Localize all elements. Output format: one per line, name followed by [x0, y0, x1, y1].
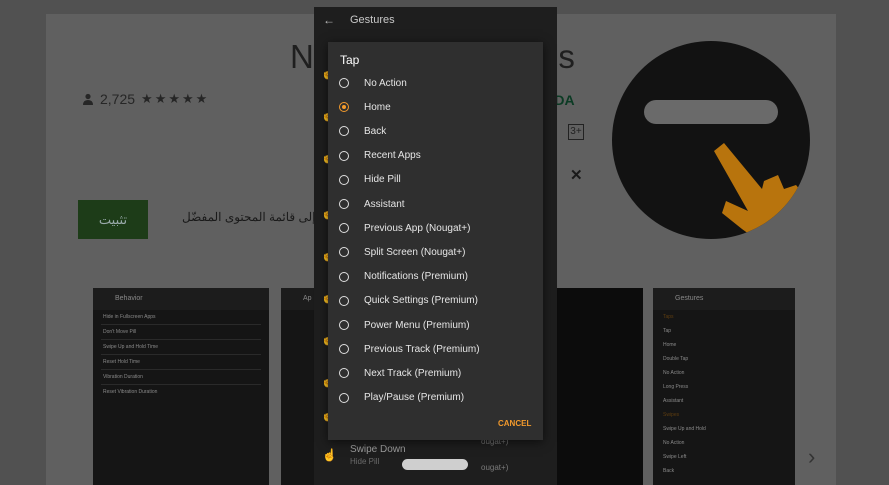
screenshot-row: Swipe Left — [663, 454, 687, 460]
screenshot-row: Vibration Duration — [103, 374, 143, 380]
radio-option[interactable]: Play/Pause (Premium) — [339, 388, 534, 408]
radio-selected-icon[interactable] — [339, 102, 349, 113]
radio-option[interactable]: Back — [339, 121, 534, 141]
screenshot-row-sub: Back — [663, 468, 675, 474]
screenshot-title: Gestures — [653, 288, 795, 310]
screenshot-row: Double Tap — [663, 356, 689, 362]
hand-icon — [714, 143, 810, 239]
screenshot-row: Tap — [663, 328, 672, 334]
radio-option[interactable]: Previous App (Nougat+) — [339, 218, 534, 238]
screenshot-row: Long Press — [663, 384, 689, 390]
age-rating-badge: 3+ — [568, 124, 584, 140]
radio-unselected-icon[interactable] — [339, 271, 349, 282]
radio-option-label: Hide Pill — [364, 174, 401, 186]
screenshot-thumbnail[interactable]: Ap — [281, 288, 317, 485]
radio-unselected-icon[interactable] — [339, 247, 349, 258]
app-icon — [612, 41, 810, 239]
screenshot-section: Taps — [663, 314, 674, 320]
gesture-item-title[interactable]: Swipe Down — [350, 444, 406, 455]
radio-option-label: Split Screen (Nougat+) — [364, 246, 466, 258]
radio-option[interactable]: Previous Track (Premium) — [339, 339, 534, 359]
radio-option-label: Recent Apps — [364, 150, 421, 162]
radio-option[interactable]: Power Menu (Premium) — [339, 315, 534, 335]
radio-option-label: Home — [364, 101, 391, 113]
radio-option-label: Play/Pause (Premium) — [364, 392, 465, 404]
install-button[interactable]: تثبيت — [78, 200, 148, 239]
screenshot-row: Don't Move Pill — [103, 329, 137, 335]
radio-unselected-icon[interactable] — [339, 126, 349, 137]
radio-unselected-icon[interactable] — [339, 368, 349, 379]
radio-unselected-icon[interactable] — [339, 295, 349, 306]
person-icon — [83, 93, 93, 105]
radio-option[interactable]: No Action — [339, 73, 534, 93]
swipe-down-icon: ☝ — [322, 448, 337, 462]
screenshot-row: Hide in Fullscreen Apps — [103, 314, 156, 320]
screenshot-title: Ap — [281, 288, 317, 310]
screenshot-row: Reset Hold Time — [103, 359, 140, 365]
screenshot-thumbnail[interactable]: Gestures Taps Tap Home Double Tap No Act… — [653, 288, 795, 485]
radio-option-label: Notifications (Premium) — [364, 271, 468, 283]
screenshot-row-sub: No Action — [663, 440, 685, 446]
dialog-title: Tap — [340, 53, 360, 67]
cancel-button[interactable]: CANCEL — [498, 419, 531, 428]
rating-row: 2,725 ★★★★★ — [82, 91, 209, 107]
tap-action-dialog: Tap No Action Home Back Recent Apps Hide Pil… — [328, 42, 543, 440]
app-bar: ← Gestures — [314, 7, 557, 35]
radio-unselected-icon[interactable] — [339, 344, 349, 355]
radio-option[interactable]: Notifications (Premium) — [339, 267, 534, 287]
gesture-item-value: Hide Pill — [350, 457, 380, 466]
radio-option-label: Back — [364, 125, 387, 137]
radio-unselected-icon[interactable] — [339, 223, 349, 234]
radio-option[interactable]: Next Track (Premium) — [339, 363, 534, 383]
radio-option-label: No Action — [364, 77, 407, 89]
next-screenshot-arrow[interactable]: › — [808, 444, 815, 470]
radio-unselected-icon[interactable] — [339, 174, 349, 185]
radio-option[interactable]: Quick Settings (Premium) — [339, 291, 534, 311]
close-icon[interactable]: ✕ — [570, 166, 583, 184]
radio-option-label: Assistant — [364, 198, 405, 210]
peek-text: ougat+) — [481, 463, 509, 472]
screenshot-row-sub: Home — [663, 342, 677, 348]
radio-option[interactable]: Hide Pill — [339, 170, 534, 190]
screenshot-section: Swipes — [663, 412, 680, 418]
radio-option-label: Next Track (Premium) — [364, 367, 462, 379]
radio-option-label: Quick Settings (Premium) — [364, 295, 478, 307]
screenshot-row-sub: Assistant — [663, 398, 684, 404]
screenshot-thumbnail[interactable]: Behavior Hide in Fullscreen Apps Don't M… — [93, 288, 269, 485]
radio-option[interactable]: Home — [339, 97, 534, 117]
screenshot-row: Swipe Up and Hold Time — [103, 344, 159, 350]
radio-unselected-icon[interactable] — [339, 78, 349, 88]
radio-unselected-icon[interactable] — [339, 199, 349, 209]
screenshot-row: Reset Vibration Duration — [103, 389, 158, 395]
radio-unselected-icon[interactable] — [339, 150, 349, 161]
screen-title: Gestures — [350, 14, 395, 26]
navigation-pill[interactable] — [402, 459, 468, 470]
radio-option-label: Previous Track (Premium) — [364, 343, 480, 355]
rating-count: 2,725 — [100, 91, 136, 107]
screenshot-row-sub: No Action — [663, 370, 685, 376]
radio-option[interactable]: Recent Apps — [339, 146, 534, 166]
radio-unselected-icon[interactable] — [339, 392, 349, 403]
radio-option-label: Previous App (Nougat+) — [364, 222, 471, 234]
radio-unselected-icon[interactable] — [339, 320, 349, 330]
radio-option[interactable]: Split Screen (Nougat+) — [339, 242, 534, 262]
screenshot-thumbnail[interactable] — [553, 288, 643, 485]
screenshot-row: Swipe Up and Hold — [663, 426, 706, 432]
app-title: N — [290, 38, 314, 75]
star-rating: ★★★★★ — [141, 91, 210, 106]
back-arrow-icon[interactable]: ← — [323, 13, 335, 27]
radio-option-label: Power Menu (Premium) — [364, 319, 470, 331]
screenshot-title: Behavior — [93, 288, 269, 310]
radio-option[interactable]: Assistant — [339, 194, 534, 214]
